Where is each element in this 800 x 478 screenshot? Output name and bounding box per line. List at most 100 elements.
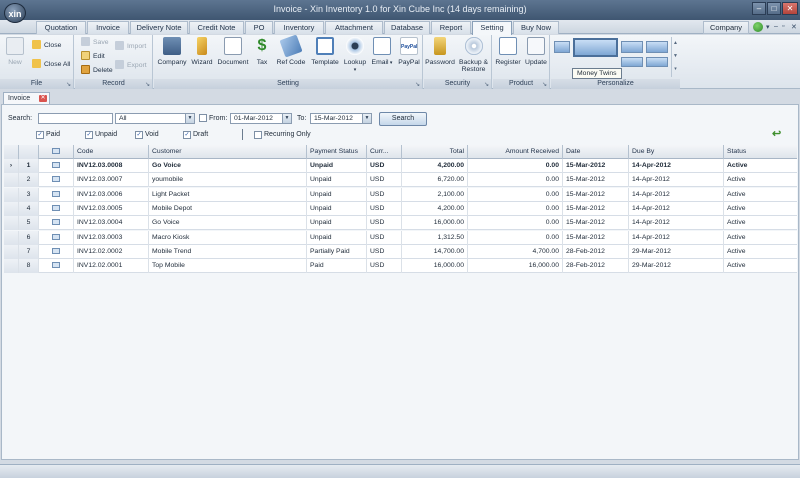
lookup-button[interactable]: Lookup ▾ xyxy=(342,36,368,77)
theme-option-1[interactable] xyxy=(554,41,570,53)
close-icon[interactable]: ✕ xyxy=(791,23,797,31)
tab-attachment[interactable]: Attachment xyxy=(325,21,383,34)
theme-option-2[interactable] xyxy=(621,41,643,53)
document-button[interactable]: Document xyxy=(216,36,250,77)
row-document-cell[interactable] xyxy=(39,259,74,274)
close-tab-icon[interactable]: ✕ xyxy=(39,95,47,102)
paid-checkbox[interactable]: ✓ xyxy=(36,131,44,139)
wizard-button[interactable]: Wizard xyxy=(189,36,215,77)
table-row[interactable]: 4 INV12.03.0005 Mobile Depot Unpaid USD 4,200… xyxy=(4,201,797,216)
dialog-launcher-icon[interactable]: ↘ xyxy=(484,81,489,88)
update-button[interactable]: Update xyxy=(523,36,549,77)
unpaid-checkbox[interactable]: ✓ xyxy=(85,131,93,139)
cell-code[interactable]: INV12.03.0005 xyxy=(74,201,149,216)
row-document-cell[interactable] xyxy=(39,187,74,202)
cell-amount-received[interactable]: 0.00 xyxy=(468,201,563,216)
column-header-customer[interactable]: Customer xyxy=(149,145,307,159)
cell-payment-status[interactable]: Unpaid xyxy=(307,216,367,231)
calendar-dropdown-icon[interactable]: ▼ xyxy=(362,114,371,123)
cell-total[interactable]: 2,100.00 xyxy=(402,187,468,202)
cell-amount-received[interactable]: 0.00 xyxy=(468,187,563,202)
theme-option-5[interactable] xyxy=(621,57,643,67)
cell-status[interactable]: Active xyxy=(724,216,797,230)
register-button[interactable]: Register xyxy=(494,36,522,77)
cell-currency[interactable]: USD xyxy=(367,159,402,173)
cell-code[interactable]: INV12.02.0002 xyxy=(74,244,149,259)
dialog-launcher-icon[interactable]: ↘ xyxy=(66,81,71,88)
table-row[interactable]: › 1 INV12.03.0008 Go Voice Unpaid USD 4,200.00… xyxy=(4,159,797,173)
cell-code[interactable]: INV12.03.0004 xyxy=(74,216,149,231)
cell-date[interactable]: 28-Feb-2012 xyxy=(563,259,629,274)
cell-code[interactable]: INV12.03.0006 xyxy=(74,187,149,202)
export-button[interactable]: Export xyxy=(115,60,147,71)
cell-code[interactable]: INV12.03.0003 xyxy=(74,230,149,245)
cell-total[interactable]: 16,000.00 xyxy=(402,259,468,274)
cell-due-by[interactable]: 14-Apr-2012 xyxy=(629,173,724,188)
help-globe-icon[interactable] xyxy=(753,22,763,32)
cell-amount-received[interactable]: 0.00 xyxy=(468,173,563,188)
import-button[interactable]: Import xyxy=(115,41,146,52)
cell-status[interactable]: Active xyxy=(724,245,797,259)
to-date-input[interactable]: 15-Mar-2012 ▼ xyxy=(310,113,372,124)
row-selector[interactable] xyxy=(4,244,19,259)
column-header-currency[interactable]: Curr... xyxy=(367,145,402,159)
delete-button[interactable]: Delete xyxy=(81,65,113,76)
cell-status[interactable]: Active xyxy=(724,202,797,216)
dialog-launcher-icon[interactable]: ↘ xyxy=(415,81,420,88)
scope-select[interactable]: All ▼ xyxy=(115,113,195,124)
draft-checkbox[interactable]: ✓ xyxy=(183,131,191,139)
cell-date[interactable]: 15-Mar-2012 xyxy=(563,201,629,216)
cell-date[interactable]: 15-Mar-2012 xyxy=(563,187,629,202)
row-document-cell[interactable] xyxy=(39,230,74,245)
column-header-amount-received[interactable]: Amount Received xyxy=(468,145,563,159)
tab-report[interactable]: Report xyxy=(431,21,471,34)
dialog-launcher-icon[interactable]: ↘ xyxy=(145,81,150,88)
column-header-total[interactable]: Total xyxy=(402,145,468,159)
minimize-button[interactable]: – xyxy=(752,2,766,15)
row-document-cell[interactable] xyxy=(39,216,74,231)
cell-due-by[interactable]: 14-Apr-2012 xyxy=(629,201,724,216)
void-checkbox[interactable]: ✓ xyxy=(135,131,143,139)
cell-total[interactable]: 4,200.00 xyxy=(402,201,468,216)
cell-total[interactable]: 4,200.00 xyxy=(402,159,468,173)
from-date-checkbox[interactable] xyxy=(199,114,207,122)
theme-option-6[interactable] xyxy=(646,57,668,67)
cell-payment-status[interactable]: Paid xyxy=(307,259,367,274)
cell-payment-status[interactable]: Unpaid xyxy=(307,201,367,216)
cell-payment-status[interactable]: Unpaid xyxy=(307,159,367,173)
close-window-button[interactable]: ✕ xyxy=(782,2,798,15)
column-header-due-by[interactable]: Due By xyxy=(629,145,724,159)
cell-code[interactable]: INV12.02.0001 xyxy=(74,259,149,274)
cell-customer[interactable]: Go Voice xyxy=(149,159,307,173)
cell-due-by[interactable]: 14-Apr-2012 xyxy=(629,230,724,245)
cell-due-by[interactable]: 14-Apr-2012 xyxy=(629,216,724,231)
cell-amount-received[interactable]: 4,700.00 xyxy=(468,244,563,259)
cell-payment-status[interactable]: Unpaid xyxy=(307,230,367,245)
tab-inventory[interactable]: Inventory xyxy=(274,21,324,34)
cell-date[interactable]: 28-Feb-2012 xyxy=(563,244,629,259)
template-button[interactable]: Template xyxy=(309,36,341,77)
dialog-launcher-icon[interactable]: ↘ xyxy=(542,81,547,88)
cell-date[interactable]: 15-Mar-2012 xyxy=(563,230,629,245)
cell-currency[interactable]: USD xyxy=(367,216,402,231)
restore-icon[interactable]: ▫ xyxy=(782,23,784,30)
table-row[interactable]: 2 INV12.03.0007 youmobile Unpaid USD 6,720.00… xyxy=(4,173,797,188)
cell-total[interactable]: 14,700.00 xyxy=(402,244,468,259)
row-document-cell[interactable] xyxy=(39,244,74,259)
cell-amount-received[interactable]: 0.00 xyxy=(468,230,563,245)
row-selector[interactable] xyxy=(4,187,19,202)
recurring-only-checkbox[interactable] xyxy=(254,131,262,139)
table-row[interactable]: 7 INV12.02.0002 Mobile Trend Partially Paid… xyxy=(4,244,797,259)
save-button[interactable]: Save xyxy=(81,37,109,48)
password-button[interactable]: Password xyxy=(425,36,455,77)
cell-customer[interactable]: youmobile xyxy=(149,173,307,188)
cell-total[interactable]: 6,720.00 xyxy=(402,173,468,188)
table-row[interactable]: 6 INV12.03.0003 Macro Kiosk Unpaid USD 1,312.… xyxy=(4,230,797,245)
cell-total[interactable]: 1,312.50 xyxy=(402,230,468,245)
cell-amount-received[interactable]: 0.00 xyxy=(468,159,563,173)
tab-setting[interactable]: Setting xyxy=(472,21,512,35)
row-document-cell[interactable] xyxy=(39,201,74,216)
cell-customer[interactable]: Top Mobile xyxy=(149,259,307,274)
close-button[interactable]: Close xyxy=(32,40,61,51)
cell-code[interactable]: INV12.03.0008 xyxy=(74,159,149,173)
